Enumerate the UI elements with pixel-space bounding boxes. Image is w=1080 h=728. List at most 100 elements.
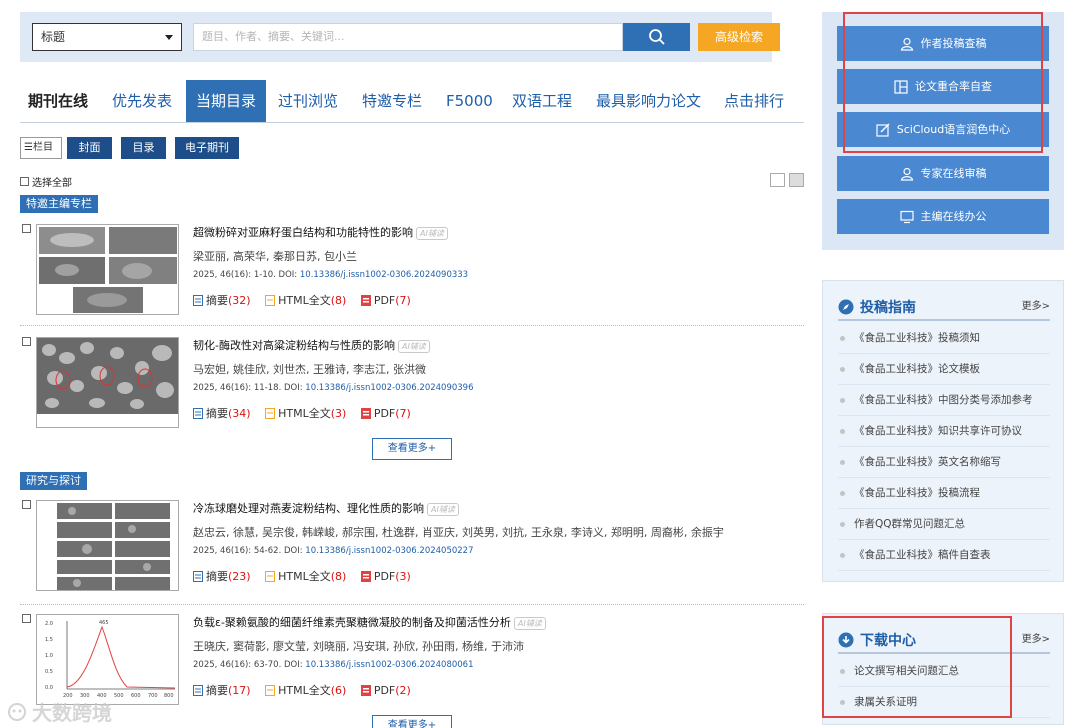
editor-office-label: 主编在线办公 [920, 210, 987, 223]
article-thumbnail[interactable] [36, 224, 179, 315]
pdf-link[interactable]: PDF (3) [360, 569, 411, 583]
article-title[interactable]: 韧化-酶改性对高粱淀粉结构与性质的影响 AI辅读 [193, 337, 430, 353]
ai-read-tag[interactable]: AI辅读 [397, 340, 430, 353]
abstract-link[interactable]: 摘要 (23) [193, 568, 251, 584]
article-thumbnail[interactable]: 2.0 1.5 1.0 0.5 0.0 200 300 400 500 600 … [36, 614, 179, 705]
article-links: 摘要 (34) HTML全文 (3) PDF (7) [193, 405, 422, 422]
watermark-logo-icon [8, 702, 26, 721]
abstract-link[interactable]: 摘要 (34) [193, 405, 251, 421]
document-icon [193, 407, 203, 419]
view-more-button[interactable]: 查看更多+ [372, 715, 452, 728]
abstract-link[interactable]: 摘要 (17) [193, 682, 251, 698]
guide-item[interactable]: 《食品工业科技》英文名称缩写 [838, 447, 1050, 478]
doi-link[interactable]: 10.13386/j.issn1002-0306.2024090396 [305, 383, 473, 393]
article-title[interactable]: 超微粉碎对亚麻籽蛋白结构和功能特性的影响 AI辅读 [193, 224, 448, 240]
article-checkbox[interactable] [22, 337, 31, 346]
search-input[interactable]: 题目、作者、摘要、关键词... [193, 23, 623, 51]
html-link[interactable]: HTML全文 (8) [265, 568, 346, 584]
ai-read-tag[interactable]: AI辅读 [513, 617, 546, 630]
html-count: (6) [330, 683, 347, 697]
html-link[interactable]: HTML全文 (8) [265, 292, 346, 308]
guide-item[interactable]: 《食品工业科技》中图分类号添加参考 [838, 385, 1050, 416]
divider [20, 604, 804, 605]
sem-figure-image [37, 338, 178, 414]
search-field-select[interactable]: 标题 [32, 23, 182, 51]
abstract-label: 摘要 [206, 684, 228, 697]
pdf-icon [360, 684, 371, 696]
pdf-label: PDF [373, 683, 396, 697]
ai-read-tag[interactable]: AI辅读 [427, 503, 459, 516]
article-authors: 马宏妲, 姚佳欣, 刘世杰, 王雅诗, 李志江, 张洪微 [193, 363, 426, 376]
guide-item[interactable]: 作者QQ群常见问题汇总 [838, 509, 1050, 540]
editor-office-button[interactable]: 主编在线办公 [837, 199, 1049, 234]
search-button[interactable] [623, 23, 690, 51]
download-more-link[interactable]: 更多> [1022, 630, 1050, 645]
guide-item[interactable]: 《食品工业科技》稿件自查表 [838, 540, 1050, 571]
y-tick: 1.5 [45, 637, 53, 643]
sem-figure-image [39, 227, 177, 313]
pdf-link[interactable]: PDF (2) [360, 683, 411, 697]
article-thumbnail[interactable] [36, 500, 179, 591]
ai-read-tag[interactable]: AI辅读 [416, 227, 448, 240]
article-checkbox[interactable] [22, 614, 31, 623]
select-all[interactable]: 选择全部 [20, 174, 72, 189]
guide-item[interactable]: 《食品工业科技》投稿须知 [838, 323, 1050, 354]
y-tick: 0.0 [45, 685, 53, 691]
pdf-label: PDF [373, 569, 396, 583]
tab-most-influential[interactable]: 最具影响力论文 [596, 80, 701, 122]
tab-current-issue[interactable]: 当期目录 [186, 80, 267, 122]
compass-icon [838, 299, 854, 315]
ejournal-button[interactable]: 电子期刊 [175, 137, 239, 159]
toc-button[interactable]: 目录 [121, 137, 166, 159]
tab-click-ranking[interactable]: 点击排行 [724, 80, 784, 122]
search-icon [648, 29, 665, 45]
article-title[interactable]: 负载ε-聚赖氨酸的细菌纤维素壳聚糖微凝胶的制备及抑菌活性分析 AI辅读 [193, 614, 546, 630]
reviewer-icon [900, 167, 913, 181]
article-links: 摘要 (17) HTML全文 (6) PDF (2) [193, 682, 422, 699]
abstract-link[interactable]: 摘要 (32) [193, 292, 251, 308]
watermark: 大数跨境 [6, 697, 112, 726]
article-checkbox[interactable] [22, 500, 31, 509]
article-cite: 2025, 46(16): 54-62. DOI: [193, 546, 306, 556]
select-all-checkbox[interactable] [20, 177, 29, 186]
expert-review-button[interactable]: 专家在线审稿 [837, 156, 1049, 191]
abstract-label: 摘要 [206, 294, 228, 307]
panel-title: 投稿指南 [838, 297, 916, 317]
article-meta: 2025, 46(16): 54-62. DOI: 10.13386/j.iss… [193, 546, 473, 556]
search-placeholder: 题目、作者、摘要、关键词... [202, 30, 345, 43]
article-title[interactable]: 冷冻球磨处理对燕麦淀粉结构、理化性质的影响 AI辅读 [193, 500, 459, 516]
x-tick: 500 [114, 693, 124, 699]
tab-bilingual[interactable]: 双语工程 [512, 80, 572, 122]
html-link[interactable]: HTML全文 (6) [265, 682, 346, 698]
article-title-text: 超微粉碎对亚麻籽蛋白结构和功能特性的影响 [193, 226, 413, 239]
export-icon[interactable] [770, 173, 785, 187]
doi-link[interactable]: 10.13386/j.issn1002-0306.2024090333 [300, 270, 468, 280]
article-thumbnail[interactable] [36, 337, 179, 428]
tab-priority[interactable]: 优先发表 [112, 80, 172, 122]
guide-item[interactable]: 《食品工业科技》论文模板 [838, 354, 1050, 385]
y-tick: 0.5 [45, 669, 53, 675]
article-checkbox[interactable] [22, 224, 31, 233]
view-more-button[interactable]: 查看更多+ [372, 438, 452, 460]
tab-past-issues[interactable]: 过刊浏览 [278, 80, 338, 122]
advanced-search-button[interactable]: 高级检索 [698, 23, 780, 51]
html-link[interactable]: HTML全文 (3) [265, 405, 346, 421]
guide-title: 投稿指南 [860, 300, 916, 316]
tab-invited-column[interactable]: 特邀专栏 [362, 80, 422, 122]
pdf-link[interactable]: PDF (7) [360, 294, 411, 307]
html-label: HTML全文 [278, 294, 331, 307]
expert-review-label: 专家在线审稿 [920, 167, 987, 180]
article-item: 韧化-酶改性对高粱淀粉结构与性质的影响 AI辅读 马宏妲, 姚佳欣, 刘世杰, 王… [20, 337, 806, 429]
doi-link[interactable]: 10.13386/j.issn1002-0306.2024080061 [305, 660, 473, 670]
submission-guide-panel: 投稿指南 更多> 《食品工业科技》投稿须知 《食品工业科技》论文模板 《食品工业… [822, 280, 1064, 582]
doi-link[interactable]: 10.13386/j.issn1002-0306.2024050227 [305, 546, 473, 556]
column-view-button[interactable]: ☰栏目 [20, 137, 62, 159]
rss-icon[interactable] [789, 173, 804, 187]
guide-item[interactable]: 《食品工业科技》投稿流程 [838, 478, 1050, 509]
tab-f5000[interactable]: F5000 [446, 80, 493, 122]
guide-more-link[interactable]: 更多> [1022, 297, 1050, 312]
pdf-link[interactable]: PDF (7) [360, 407, 411, 420]
cover-button[interactable]: 封面 [67, 137, 112, 159]
guide-item[interactable]: 《食品工业科技》知识共享许可协议 [838, 416, 1050, 447]
select-all-label: 选择全部 [32, 178, 72, 189]
